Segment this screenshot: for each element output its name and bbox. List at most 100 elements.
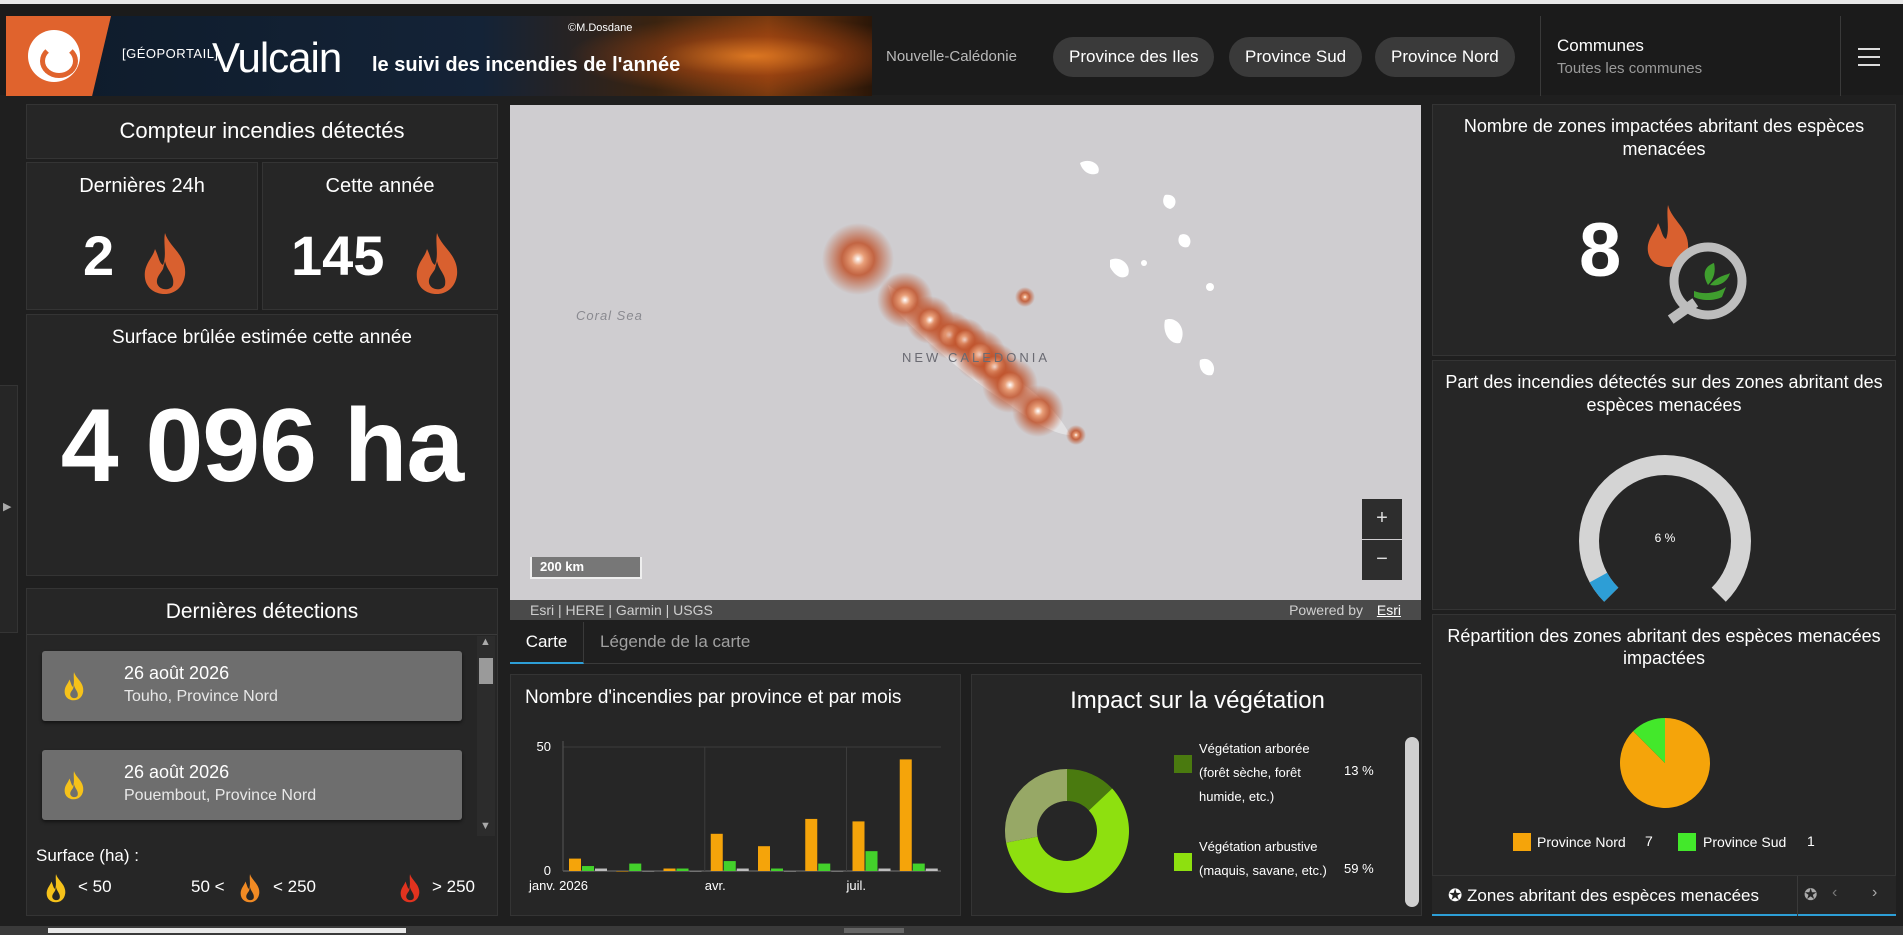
year-value: 145 — [291, 224, 385, 287]
flame-plant-icon — [1638, 201, 1748, 331]
menu-icon[interactable] — [1858, 48, 1880, 66]
esri-link[interactable]: Esri — [1377, 600, 1401, 620]
bar — [710, 833, 723, 871]
bar — [616, 871, 629, 872]
banner-subtitle: le suivi des incendies de l'année — [372, 54, 681, 76]
bar — [805, 818, 818, 871]
year-label: Cette année — [325, 175, 435, 197]
vegetation-impact-chart: Impact sur la végétation Végétation arbo… — [971, 674, 1422, 916]
bar — [569, 858, 581, 871]
flame-small-icon — [62, 768, 86, 807]
legend-value-sud: 1 — [1807, 833, 1815, 849]
tab-zones-especes[interactable]: ✪ Zones abritant des espèces menacées — [1448, 886, 1759, 906]
counter-header: Compteur incendies détectés — [26, 104, 498, 159]
legend-label-nord: Province Nord — [1537, 834, 1626, 850]
banner-title: Vulcain — [212, 34, 342, 81]
x-tick-label: juil. — [846, 878, 867, 893]
bar — [925, 868, 938, 871]
bar — [663, 868, 676, 871]
country-label: NEW CALEDONIA — [902, 350, 1051, 365]
legend-label: humide, etc.) — [1199, 789, 1274, 804]
legend-swatch-sud — [1678, 833, 1696, 851]
powered-by-text: Powered by — [1289, 602, 1363, 618]
detections-title: Dernières détections — [27, 589, 497, 635]
tab-carte[interactable]: Carte — [510, 622, 584, 664]
bar-chart-svg: 0 50 janv. 2026 avr. juil. — [528, 739, 941, 893]
surface-value: 4 096 ha — [60, 388, 465, 504]
bar — [784, 871, 796, 872]
scroll-up-icon[interactable]: ▲ — [480, 636, 491, 648]
x-tick-label: janv. 2026 — [528, 878, 588, 893]
detection-location: Touho, Province Nord — [124, 688, 278, 705]
legend-label: (maquis, savane, etc.) — [1199, 863, 1327, 878]
scroll-thumb[interactable] — [479, 658, 493, 684]
chevron-right-icon[interactable]: › — [1872, 884, 1877, 902]
gauge-fill — [1589, 572, 1619, 602]
map-attribution: Esri | HERE | Garmin | USGS Powered by E… — [510, 600, 1421, 620]
flame-red-icon — [398, 872, 422, 909]
communes-title: Communes — [1557, 36, 1644, 55]
legend-label: (forêt sèche, forêt — [1199, 765, 1301, 780]
surface-title: Surface brûlée estimée cette année — [112, 327, 412, 348]
counter-title: Compteur incendies détectés — [119, 118, 405, 143]
horizontal-scrollbar[interactable] — [0, 926, 1903, 935]
region-label[interactable]: Nouvelle-Calédonie — [886, 48, 1017, 65]
flame-yellow-icon — [44, 872, 68, 909]
side-panel-toggle[interactable]: ▶ — [0, 385, 18, 633]
add-tab-icon[interactable]: ✪ — [1804, 885, 1817, 905]
donut-chart-svg: Végétation arborée (forêt sèche, forêt hum… — [1005, 741, 1374, 893]
zones-value: 8 — [1579, 208, 1622, 293]
legend-label: Végétation arbustive — [1199, 839, 1318, 854]
x-tick-label: avr. — [705, 878, 726, 893]
legend-mid-right-label: < 250 — [273, 877, 317, 896]
scroll-down-icon[interactable]: ▼ — [480, 820, 491, 832]
bar — [758, 846, 770, 871]
star-icon: ✪ — [1448, 886, 1463, 905]
header-bar: [GÉOPORTAIL] Vulcain le suivi des incend… — [0, 0, 1903, 96]
surface-legend-title: Surface (ha) : — [36, 846, 139, 865]
y-tick-label: 50 — [537, 739, 551, 754]
scroll-thumb-bottom[interactable] — [48, 928, 406, 933]
detection-item[interactable]: 26 août 2026 Touho, Province Nord — [42, 651, 462, 721]
bar — [831, 871, 844, 872]
legend-label-sud: Province Sud — [1703, 834, 1787, 850]
bar — [723, 861, 736, 871]
tab-legende[interactable]: Légende de la carte — [600, 622, 750, 664]
legend-small-label: < 50 — [78, 877, 112, 896]
eye-icon — [28, 30, 80, 82]
province-iles-button[interactable]: Province des Iles — [1053, 37, 1215, 77]
banner-geoportail: [GÉOPORTAIL] — [122, 46, 219, 61]
legend-value-nord: 7 — [1645, 833, 1653, 849]
communes-subtitle: Toutes les communes — [1557, 60, 1703, 77]
province-sud-button[interactable]: Province Sud — [1229, 37, 1363, 77]
chevron-left-icon[interactable]: ‹ — [1832, 884, 1837, 902]
bar — [736, 868, 749, 871]
share-gauge — [1579, 455, 1751, 602]
zoom-in-button[interactable]: + — [1362, 499, 1402, 539]
zoom-out-button[interactable]: − — [1362, 540, 1402, 580]
sea-label: Coral Sea — [576, 308, 643, 323]
bar — [818, 863, 831, 871]
detection-date: 26 août 2026 — [124, 663, 230, 683]
scroll-mark — [844, 928, 904, 933]
province-nord-button[interactable]: Province Nord — [1375, 37, 1515, 77]
bar — [899, 759, 912, 871]
detection-item[interactable]: 26 août 2026 Pouembout, Province Nord — [42, 750, 462, 820]
legend-label: Végétation arborée — [1199, 741, 1310, 756]
threatened-share-card: Part des incendies détectés sur des zone… — [1432, 360, 1896, 610]
donut-scrollbar[interactable] — [1405, 737, 1419, 907]
y-tick-label: 0 — [544, 863, 551, 878]
flame-small-icon — [62, 669, 86, 708]
scale-bar: 200 km — [530, 557, 642, 579]
banner-credit: ©M.Dosdane — [568, 22, 633, 34]
bar — [629, 863, 642, 871]
tab-zones-label: Zones abritant des espèces menacées — [1466, 886, 1759, 905]
bar — [582, 866, 594, 871]
fire-map[interactable]: Coral Sea NEW CALEDONIA + − 200 km — [510, 105, 1421, 620]
bar — [878, 868, 891, 871]
detections-scrollbar[interactable]: ▲ ▼ — [477, 636, 495, 836]
vulcain-banner: [GÉOPORTAIL] Vulcain le suivi des incend… — [6, 16, 872, 96]
geoportail-logo — [6, 16, 111, 96]
gauge-track — [1579, 455, 1751, 602]
monthly-fires-chart: Nombre d'incendies par province et par m… — [510, 674, 961, 916]
